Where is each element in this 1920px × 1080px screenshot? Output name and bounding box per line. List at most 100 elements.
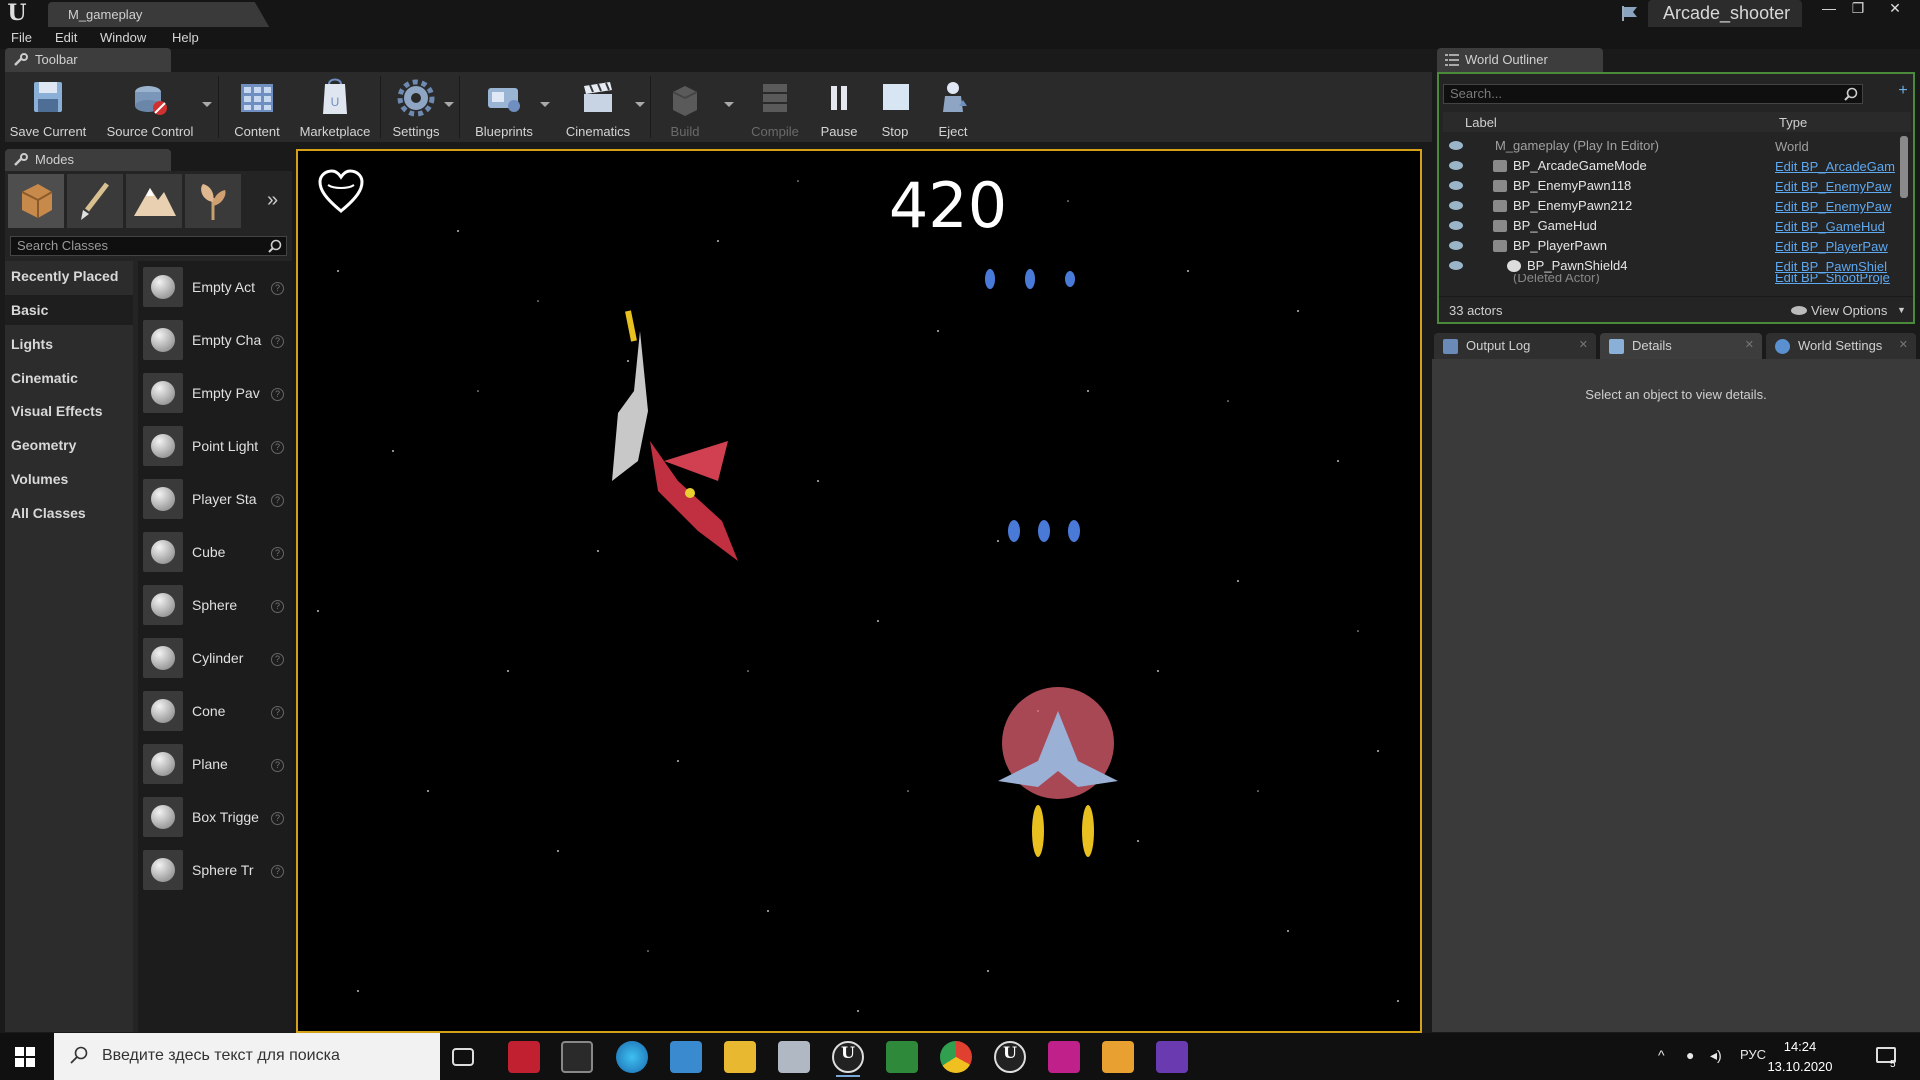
clock-time[interactable]: 14:24 [1770,1039,1830,1054]
menu-window[interactable]: Window [100,30,146,45]
clock-date[interactable]: 13.10.2020 [1760,1059,1840,1074]
category-recently-placed[interactable]: Recently Placed [5,261,133,291]
search-classes-input[interactable]: Search Classes [10,236,287,256]
menu-file[interactable]: File [11,30,32,45]
pause-button[interactable]: Pause [811,72,867,142]
app-icon-tool[interactable] [508,1041,540,1073]
class-item[interactable]: Sphere Tr? [138,844,292,897]
outliner-row[interactable]: BP_EnemyPawn118 Edit BP_EnemyPaw [1443,176,1899,196]
edge-browser-icon[interactable] [616,1041,648,1073]
chrome-icon[interactable] [940,1041,972,1073]
category-basic[interactable]: Basic [5,295,133,325]
class-item[interactable]: Sphere? [138,579,292,632]
tab-world-settings[interactable]: World Settings ✕ [1766,333,1916,359]
eject-button[interactable]: Eject [925,72,981,142]
close-icon[interactable]: ✕ [1745,338,1754,351]
visibility-eye-icon[interactable] [1449,221,1463,230]
blueprints-dropdown-arrow[interactable] [540,102,550,107]
help-icon[interactable]: ? [271,600,284,613]
menu-help[interactable]: Help [172,30,199,45]
category-all-classes[interactable]: All Classes [5,498,133,528]
stop-button[interactable]: Stop [867,72,923,142]
app-icon-gray[interactable] [778,1041,810,1073]
outliner-row[interactable]: (Deleted Actor) Edit BP_ShootProje [1443,274,1899,284]
edit-blueprint-link[interactable]: Edit BP_EnemyPaw [1775,199,1899,214]
category-visual-effects[interactable]: Visual Effects [5,396,133,426]
close-window-button[interactable]: ✕ [1882,0,1908,18]
view-options-button[interactable]: View Options [1811,303,1887,318]
help-icon[interactable]: ? [271,812,284,825]
type-column-header[interactable]: Type [1779,115,1807,130]
world-outliner-tab[interactable]: World Outliner [1437,48,1603,72]
modes-tab[interactable]: Modes [5,149,171,171]
visibility-eye-icon[interactable] [1449,261,1463,270]
edit-blueprint-link[interactable]: Edit BP_GameHud [1775,219,1899,234]
settings-button[interactable]: Settings [385,72,447,142]
tab-output-log[interactable]: Output Log ✕ [1434,333,1596,359]
category-volumes[interactable]: Volumes [5,464,133,494]
chevron-up-icon[interactable]: ^ [1658,1047,1665,1063]
edit-blueprint-link[interactable]: Edit BP_PawnShiel [1775,259,1899,274]
task-view-icon[interactable] [452,1048,474,1066]
class-item[interactable]: Cylinder? [138,632,292,685]
terminal-icon[interactable] [561,1041,593,1073]
unreal-launcher-icon[interactable]: U [994,1041,1026,1073]
category-lights[interactable]: Lights [5,329,133,359]
content-button[interactable]: Content [223,72,291,142]
minimize-button[interactable]: — [1816,0,1842,18]
edit-blueprint-link[interactable]: Edit BP_ArcadeGam [1775,159,1899,174]
document-tab[interactable]: M_gameplay [48,2,270,27]
help-icon[interactable]: ? [271,335,284,348]
build-button[interactable]: Build [655,72,715,142]
compile-button[interactable]: Compile [740,72,810,142]
class-item[interactable]: Plane? [138,738,292,791]
build-dropdown-arrow[interactable] [724,102,734,107]
menu-edit[interactable]: Edit [55,30,77,45]
visibility-eye-icon[interactable] [1449,141,1463,150]
windows-start-icon[interactable] [15,1047,35,1067]
visual-studio-icon[interactable] [1156,1041,1188,1073]
outliner-row[interactable]: BP_GameHud Edit BP_GameHud [1443,216,1899,236]
marketplace-button[interactable]: U Marketplace [291,72,379,142]
close-icon[interactable]: ✕ [1579,338,1588,351]
source-control-button[interactable]: Source Control [95,72,205,142]
outliner-row[interactable]: M_gameplay (Play In Editor) World [1443,136,1899,156]
class-item[interactable]: Player Sta? [138,473,292,526]
help-icon[interactable]: ? [271,441,284,454]
category-geometry[interactable]: Geometry [5,430,133,460]
help-icon[interactable]: ? [271,388,284,401]
help-icon[interactable]: ? [271,282,284,295]
toolbar-tab[interactable]: Toolbar [5,48,171,72]
app-icon-green[interactable] [886,1041,918,1073]
app-icon-orange[interactable] [1102,1041,1134,1073]
visibility-eye-icon[interactable] [1449,181,1463,190]
class-item[interactable]: Cube? [138,526,292,579]
outliner-search-input[interactable]: Search... [1443,84,1863,104]
unreal-engine-icon[interactable]: U [832,1041,864,1077]
save-current-button[interactable]: Save Current [5,72,91,142]
microphone-icon[interactable]: ● [1686,1047,1694,1063]
class-item[interactable]: Empty Cha? [138,314,292,367]
help-icon[interactable]: ? [271,494,284,507]
add-folder-button[interactable]: + [1894,82,1912,100]
cinematics-dropdown-arrow[interactable] [635,102,645,107]
restore-button[interactable]: ❐ [1845,0,1871,18]
edit-blueprint-link[interactable]: Edit BP_EnemyPaw [1775,179,1899,194]
file-explorer-icon[interactable] [724,1041,756,1073]
visibility-eye-icon[interactable] [1449,201,1463,210]
game-viewport[interactable]: 420 [296,149,1422,1033]
class-item[interactable]: Empty Pav? [138,367,292,420]
outliner-scrollbar[interactable] [1900,136,1908,198]
tab-details[interactable]: Details ✕ [1600,333,1762,359]
help-icon[interactable]: ? [271,865,284,878]
edit-blueprint-link[interactable]: Edit BP_ShootProje [1775,274,1899,284]
foliage-mode-button[interactable] [185,174,241,228]
blueprints-button[interactable]: Blueprints [464,72,544,142]
help-icon[interactable]: ? [271,759,284,772]
paint-mode-button[interactable] [67,174,123,228]
class-item[interactable]: Cone? [138,685,292,738]
volume-icon[interactable]: ◂) [1710,1047,1722,1064]
outliner-row[interactable]: BP_PlayerPawn Edit BP_PlayerPaw [1443,236,1899,256]
source-control-dropdown-arrow[interactable] [202,102,212,107]
close-icon[interactable]: ✕ [1899,338,1908,351]
